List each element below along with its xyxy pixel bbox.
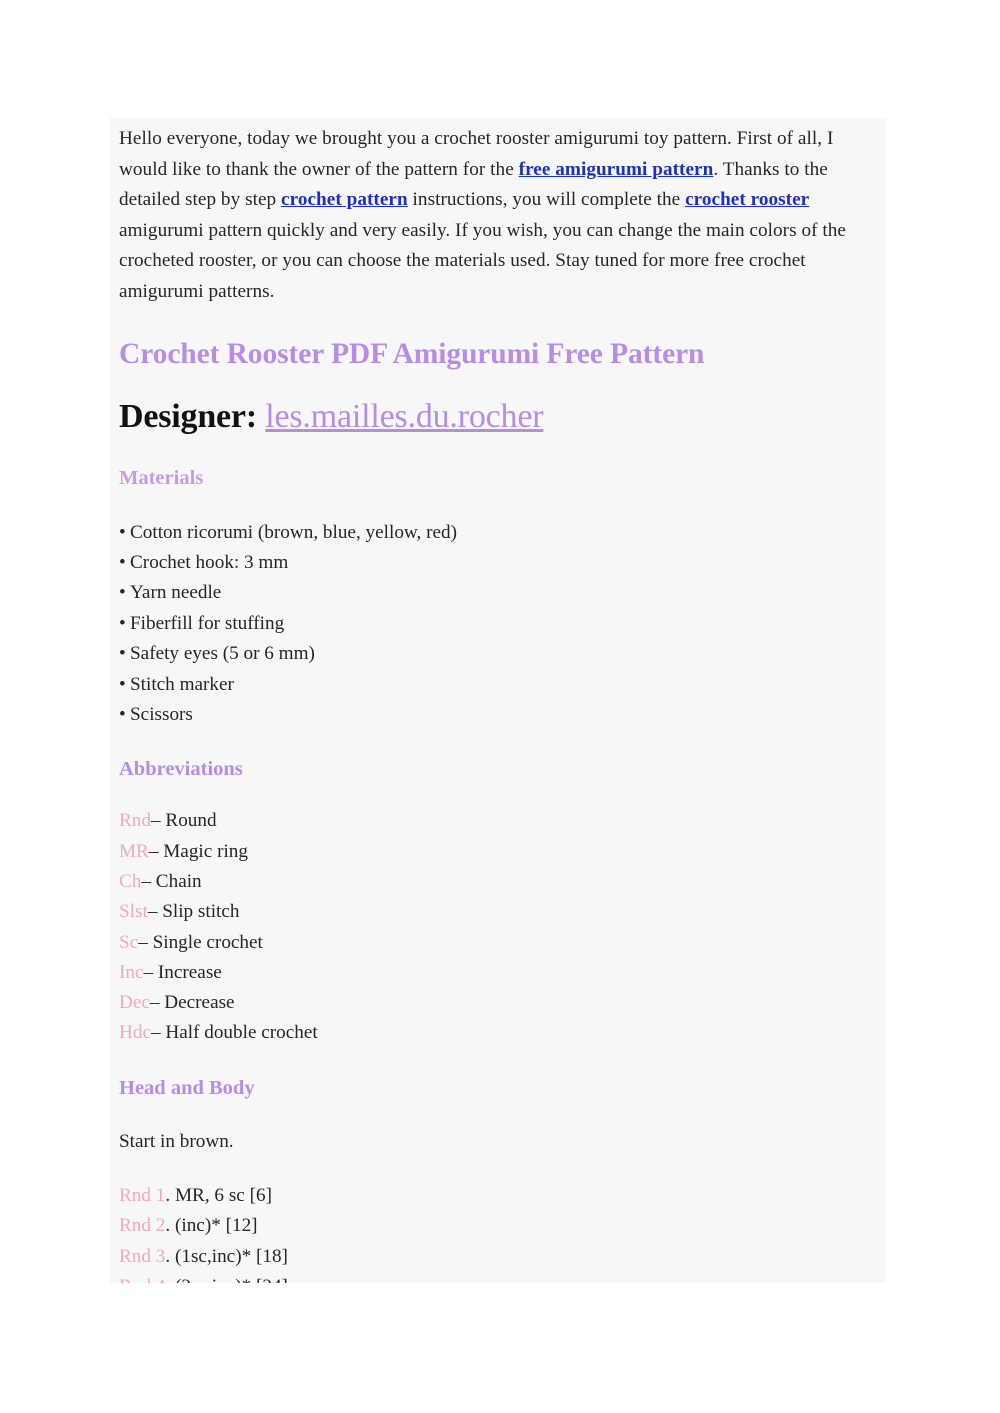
list-item: Rnd 2. (inc)* [12]: [119, 1211, 876, 1241]
round-instruction: . MR, 6 sc [6]: [165, 1184, 272, 1206]
material-label: Crochet hook: 3 mm: [130, 551, 289, 573]
abbreviation-term: MR: [119, 840, 149, 862]
list-item: Rnd 1. MR, 6 sc [6]: [119, 1181, 876, 1211]
list-item: Dec– Decrease: [119, 988, 876, 1018]
materials-list: • Cotton ricorumi (brown, blue, yellow, r…: [119, 518, 876, 731]
bullet-icon: •: [119, 551, 126, 573]
abbreviation-definition: – Chain: [141, 871, 202, 892]
list-item: Slst– Slip stitch: [119, 897, 876, 927]
intro-text-4: amigurumi pattern quickly and very easil…: [119, 219, 846, 302]
list-item: Hdc– Half double crochet: [119, 1018, 876, 1048]
abbreviation-definition: – Decrease: [149, 992, 235, 1014]
designer-label: Designer:: [119, 397, 257, 435]
list-item: Rnd 3. (1sc,inc)* [18]: [119, 1242, 876, 1272]
round-instruction: . (inc)* [12]: [165, 1215, 258, 1237]
material-label: Scissors: [130, 704, 193, 725]
list-item: Inc– Increase: [119, 958, 876, 988]
section-heading-materials: Materials: [119, 466, 204, 489]
list-item: • Scissors: [119, 700, 876, 730]
round-instruction: . (1sc,inc)* [18]: [165, 1245, 288, 1267]
bullet-icon: •: [119, 673, 126, 695]
round-label: Rnd 2: [119, 1215, 166, 1237]
list-item: MR– Magic ring: [119, 837, 876, 867]
list-item: Ch– Chain: [119, 867, 876, 897]
bullet-icon: •: [119, 612, 126, 634]
abbreviation-term: Dec: [119, 992, 150, 1014]
bullet-icon: •: [119, 582, 126, 604]
link-free-amigurumi-pattern[interactable]: free amigurumi pattern: [519, 159, 714, 180]
link-crochet-pattern[interactable]: crochet pattern: [281, 189, 408, 210]
abbreviation-term: Sc: [119, 931, 139, 953]
round-label: Rnd 3: [119, 1245, 166, 1267]
abbreviation-definition: – Single crochet: [138, 931, 263, 953]
round-instruction: . (2sc,inc)* [24]: [165, 1276, 288, 1283]
list-item: • Cotton ricorumi (brown, blue, yellow, r…: [119, 518, 876, 548]
bullet-icon: •: [119, 704, 126, 725]
intro-text-3: instructions, you will complete the: [407, 189, 686, 211]
designer-link[interactable]: les.mailles.du.rocher: [265, 398, 543, 435]
abbreviation-term: Rnd: [119, 810, 151, 832]
abbreviation-definition: – Half double crochet: [150, 1022, 318, 1044]
link-crochet-rooster[interactable]: crochet rooster: [685, 189, 809, 210]
start-note: Start in brown.: [119, 1130, 234, 1152]
abbreviation-definition: – Round: [151, 810, 217, 832]
list-item: Rnd– Round: [119, 806, 876, 836]
material-label: Safety eyes (5 or 6 mm): [130, 643, 315, 665]
round-label: Rnd 4: [119, 1276, 165, 1283]
abbreviation-definition: – Slip stitch: [147, 901, 240, 923]
list-item: • Stitch marker: [119, 670, 876, 700]
rounds-list: Rnd 1. MR, 6 sc [6] Rnd 2. (inc)* [12] R…: [119, 1181, 876, 1283]
document-page: Hello everyone, today we brought you a c…: [0, 0, 1000, 1413]
abbreviation-term: Slst: [119, 901, 148, 923]
bullet-icon: •: [119, 521, 126, 543]
material-label: Stitch marker: [130, 673, 234, 695]
section-heading-abbreviations: Abbreviations: [119, 758, 243, 781]
section-heading-head-and-body: Head and Body: [119, 1076, 255, 1099]
list-item: Rnd 4. (2sc,inc)* [24]: [119, 1272, 876, 1283]
abbreviation-definition: – Increase: [143, 961, 222, 983]
abbreviations-list: Rnd– Round MR– Magic ring Ch– Chain Slst…: [119, 806, 876, 1048]
list-item: • Yarn needle: [119, 578, 876, 608]
material-label: Fiberfill for stuffing: [130, 612, 285, 634]
list-item: • Crochet hook: 3 mm: [119, 548, 876, 578]
round-label: Rnd 1: [119, 1184, 166, 1206]
content-panel: Hello everyone, today we brought you a c…: [110, 118, 886, 1283]
page-title: Crochet Rooster PDF Amigurumi Free Patte…: [119, 337, 705, 370]
list-item: Sc– Single crochet: [119, 928, 876, 958]
material-label: Yarn needle: [130, 582, 222, 604]
abbreviation-term: Ch: [119, 871, 142, 892]
list-item: • Safety eyes (5 or 6 mm): [119, 639, 876, 669]
abbreviation-term: Hdc: [119, 1022, 151, 1044]
abbreviation-definition: – Magic ring: [148, 840, 248, 862]
abbreviation-term: Inc: [119, 961, 144, 983]
designer-heading: Designer: les.mailles.du.rocher: [119, 395, 876, 439]
bullet-icon: •: [119, 643, 126, 665]
list-item: • Fiberfill for stuffing: [119, 609, 876, 639]
intro-paragraph: Hello everyone, today we brought you a c…: [119, 118, 876, 308]
material-label: Cotton ricorumi (brown, blue, yellow, re…: [130, 521, 458, 543]
